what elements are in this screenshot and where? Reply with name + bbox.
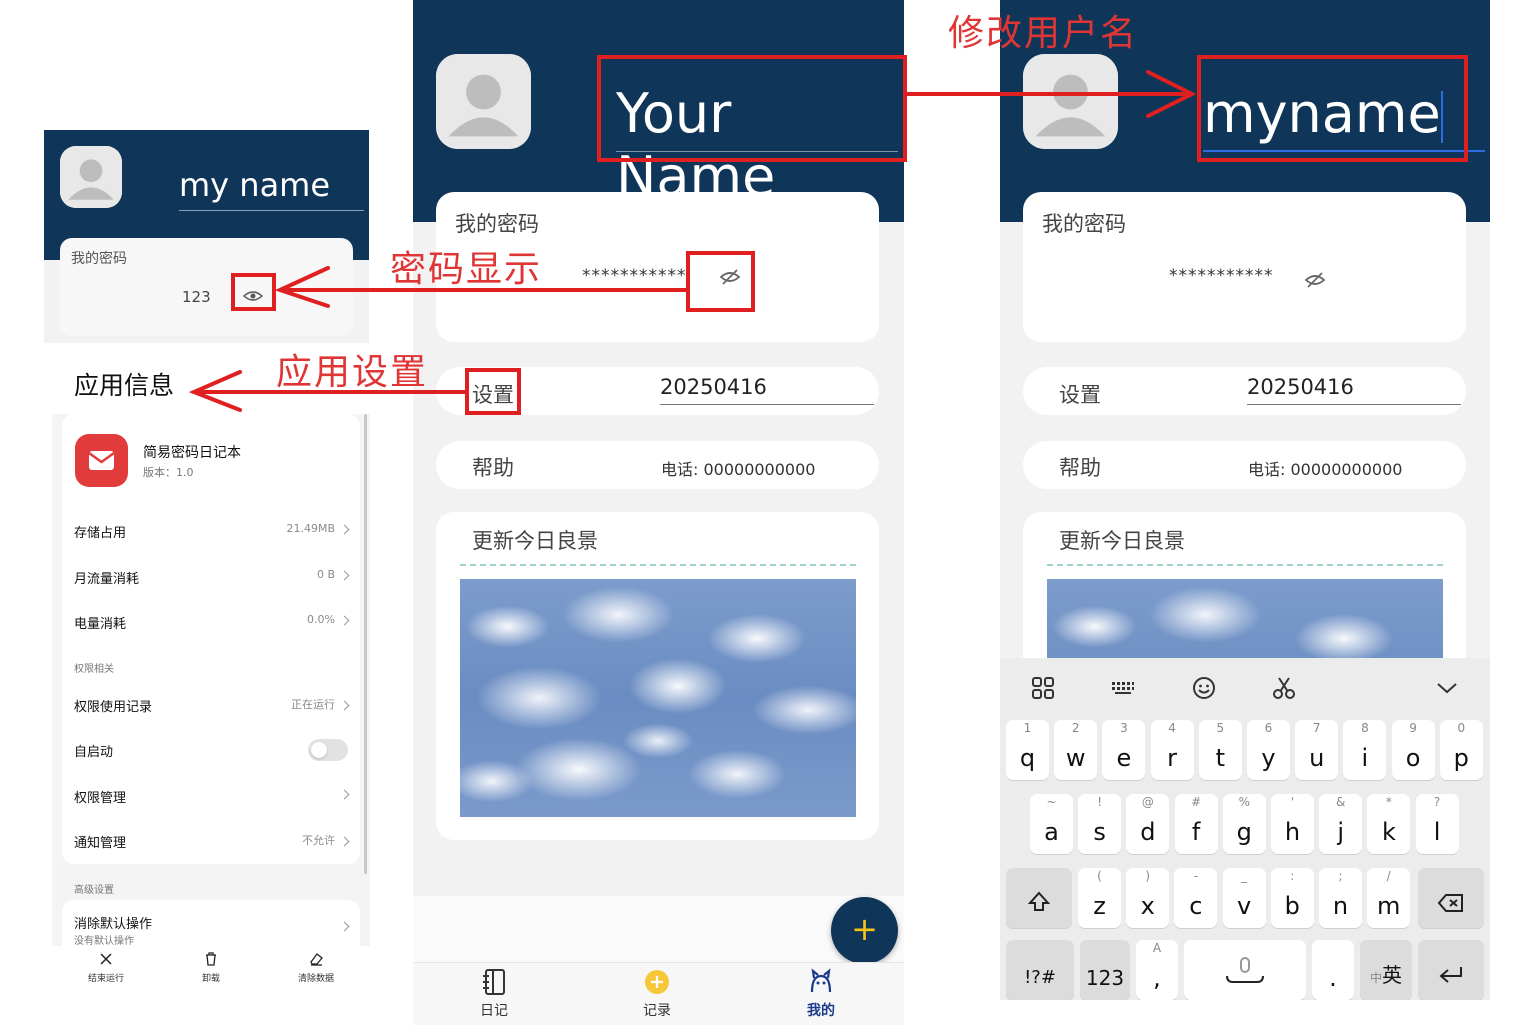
arrow-rename	[905, 70, 1197, 118]
arrow-app-settings	[188, 370, 467, 412]
annotation-arrows	[188, 70, 1197, 412]
arrow-show-password	[274, 266, 688, 308]
